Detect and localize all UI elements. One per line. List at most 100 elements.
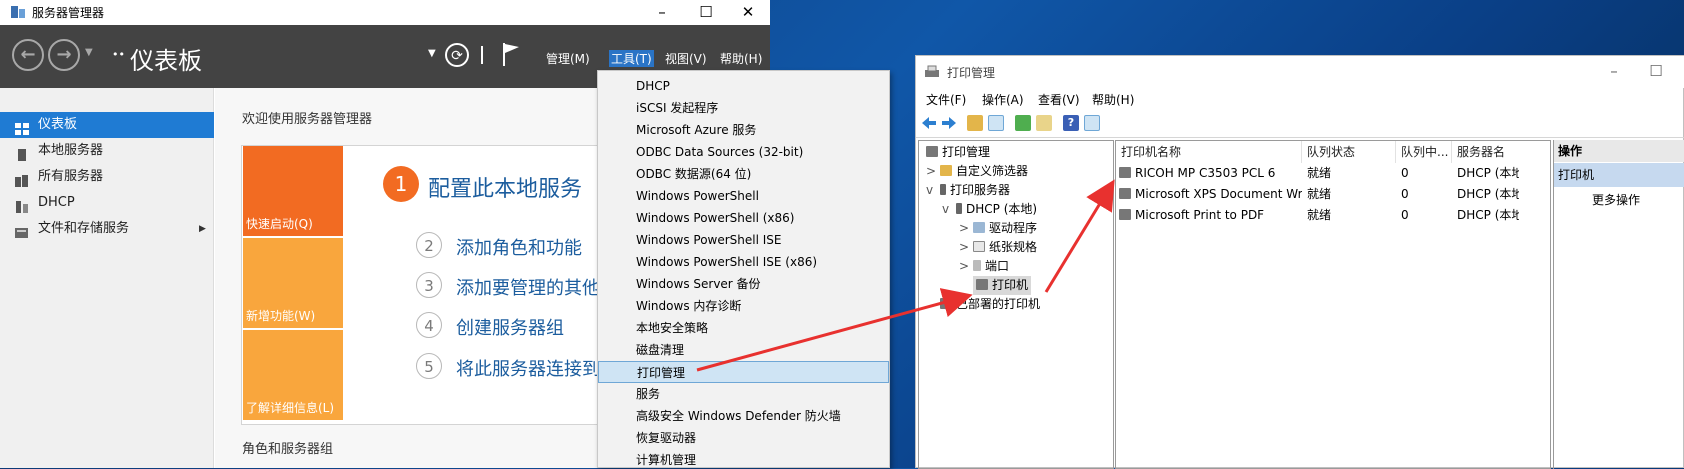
sidebar-item-dashboard[interactable]: 仪表板 [0, 112, 214, 138]
pm-show-hide-action-icon[interactable] [1084, 115, 1100, 131]
printer-name-cell: Microsoft XPS Document Writer [1119, 184, 1302, 205]
menu-item-powershell-x86[interactable]: Windows PowerShell (x86) [598, 207, 889, 229]
server-icon [956, 203, 962, 214]
column-header-server-name[interactable]: 服务器名 [1452, 141, 1552, 163]
menu-item-local-security-policy[interactable]: 本地安全策略 [598, 317, 889, 339]
tile-whats-new[interactable]: 新增功能(W) [243, 238, 343, 328]
tile-learn-more[interactable]: 了解详细信息(L) [243, 330, 343, 420]
menu-item-iscsi[interactable]: iSCSI 发起程序 [598, 97, 889, 119]
printer-name: Microsoft Print to PDF [1135, 208, 1265, 222]
pm-up-folder-icon[interactable] [967, 115, 983, 131]
table-row[interactable]: RICOH MP C3503 PCL 6 就绪 0 DHCP (本地) [1116, 163, 1552, 184]
tree-item-forms[interactable]: > 纸张规格 [959, 238, 1037, 257]
pm-minimize-button[interactable]: – [1592, 59, 1636, 84]
forward-button[interactable]: → [48, 39, 80, 71]
pm-menu-help[interactable]: 帮助(H) [1092, 91, 1134, 108]
pm-help-icon[interactable]: ? [1063, 115, 1079, 131]
menu-item-dhcp[interactable]: DHCP [598, 75, 889, 97]
menu-item-disk-cleanup[interactable]: 磁盘清理 [598, 339, 889, 361]
pm-show-hide-tree-icon[interactable] [988, 115, 1004, 131]
menu-item-computer-management[interactable]: 计算机管理 [598, 449, 889, 467]
sidebar-item-all-servers[interactable]: 所有服务器 [0, 164, 214, 190]
menu-item-server-backup[interactable]: Windows Server 备份 [598, 273, 889, 295]
pm-refresh-icon[interactable] [1015, 115, 1031, 131]
server-manager-icon [10, 5, 26, 19]
pm-menu-action[interactable]: 操作(A) [982, 91, 1024, 108]
sidebar-item-file-storage[interactable]: 文件和存储服务 ▶ [0, 216, 214, 242]
tree-expander[interactable]: > [926, 162, 940, 181]
notifications-flag-icon[interactable] [500, 41, 522, 70]
tree-item-dhcp-local[interactable]: v DHCP (本地) [942, 200, 1037, 219]
sm-maximize-button[interactable]: ☐ [684, 0, 728, 25]
tree-label: 纸张规格 [989, 240, 1038, 254]
column-header-printer-name[interactable]: 打印机名称 [1116, 141, 1302, 163]
pm-menu-file[interactable]: 文件(F) [926, 91, 966, 108]
step-4-text: 创建服务器组 [456, 318, 564, 339]
nav-dropdown-icon[interactable]: ▼ [85, 47, 93, 58]
tree-item-ports[interactable]: > 端口 [959, 257, 1009, 276]
refresh-dropdown-icon[interactable]: ▼ [428, 48, 436, 59]
section-title: 角色和服务器组 [242, 442, 334, 457]
actions-section-printers[interactable]: 打印机 [1554, 163, 1684, 187]
table-row[interactable]: Microsoft XPS Document Writer 就绪 0 DHCP … [1116, 184, 1552, 205]
menu-item-services[interactable]: 服务 [598, 383, 889, 405]
pm-actions-pane: 操作 打印机 更多操作 [1553, 140, 1684, 469]
server-name-cell: DHCP (本地) [1457, 166, 1519, 180]
pm-back-icon[interactable] [921, 115, 937, 134]
tree-expander[interactable]: > [959, 219, 973, 238]
tree-item-printers[interactable]: 打印机 [973, 276, 1032, 295]
menu-manage[interactable]: 管理(M) [546, 50, 590, 67]
pm-export-list-icon[interactable] [1036, 115, 1052, 131]
menu-item-recovery-drive[interactable]: 恢复驱动器 [598, 427, 889, 449]
menu-item-print-management[interactable]: 打印管理 [598, 361, 889, 383]
tree-expander[interactable]: v [942, 200, 956, 219]
sidebar-item-dhcp[interactable]: DHCP [0, 190, 214, 216]
pm-maximize-button[interactable]: ☐ [1634, 59, 1678, 84]
table-row[interactable]: Microsoft Print to PDF 就绪 0 DHCP (本地) [1116, 205, 1552, 226]
column-header-jobs-in-queue[interactable]: 队列中... [1396, 141, 1452, 163]
sidebar-item-local-server[interactable]: 本地服务器 [0, 138, 214, 164]
tree-expander[interactable]: > [959, 257, 973, 276]
menu-item-odbc-64[interactable]: ODBC 数据源(64 位) [598, 163, 889, 185]
sm-minimize-button[interactable]: – [640, 0, 684, 25]
column-header-queue-status[interactable]: 队列状态 [1302, 141, 1396, 163]
sm-close-button[interactable]: ✕ [726, 0, 770, 25]
menu-item-odbc-32[interactable]: ODBC Data Sources (32-bit) [598, 141, 889, 163]
menu-tools[interactable]: 工具(T) [609, 50, 654, 67]
pm-titlebar: 打印管理 – ☐ [916, 56, 1684, 88]
tree-label: 自定义筛选器 [956, 164, 1029, 178]
back-button[interactable]: ← [12, 39, 44, 71]
sidebar-label-file-storage: 文件和存储服务 [38, 221, 130, 236]
expand-arrow-icon[interactable]: ▶ [199, 216, 206, 242]
tree-item-print-management[interactable]: 打印管理 [926, 143, 990, 162]
menu-item-powershell[interactable]: Windows PowerShell [598, 185, 889, 207]
tile-quick-start[interactable]: 快速启动(Q) [243, 146, 343, 236]
tree-item-print-servers[interactable]: v 打印服务器 [926, 181, 1010, 200]
tree-item-custom-filters[interactable]: > 自定义筛选器 [926, 162, 1028, 181]
menu-item-powershell-ise-x86[interactable]: Windows PowerShell ISE (x86) [598, 251, 889, 273]
tree-item-deployed-printers[interactable]: 已部署的打印机 [940, 295, 1040, 314]
step-2-text: 添加角色和功能 [456, 238, 582, 259]
refresh-icon[interactable]: ⟳ [445, 43, 469, 67]
tree-label: 端口 [985, 259, 1010, 273]
menu-item-firewall[interactable]: 高级安全 Windows Defender 防火墙 [598, 405, 889, 427]
menu-view[interactable]: 视图(V) [665, 50, 707, 67]
toolbar-separator [481, 46, 483, 64]
tree-expander[interactable]: v [926, 181, 940, 200]
step-4-number: 4 [416, 312, 442, 338]
pm-menu-view[interactable]: 查看(V) [1038, 91, 1080, 108]
step-5-text: 将此服务器连接到 [456, 359, 600, 380]
storage-icon [15, 223, 29, 238]
menu-item-memory-diagnostic[interactable]: Windows 内存诊断 [598, 295, 889, 317]
pm-forward-icon[interactable] [941, 115, 957, 134]
menu-item-powershell-ise[interactable]: Windows PowerShell ISE [598, 229, 889, 251]
tree-item-drivers[interactable]: > 驱动程序 [959, 219, 1037, 238]
queue-status-cell: 就绪 [1307, 187, 1332, 201]
menu-item-azure[interactable]: Microsoft Azure 服务 [598, 119, 889, 141]
step-2-number: 2 [416, 232, 442, 258]
printer-icon [1119, 167, 1131, 178]
menu-help[interactable]: 帮助(H) [720, 50, 762, 67]
tree-expander[interactable]: > [959, 238, 973, 257]
actions-more-link[interactable]: 更多操作 [1592, 190, 1640, 210]
filter-folder-icon [940, 165, 952, 176]
